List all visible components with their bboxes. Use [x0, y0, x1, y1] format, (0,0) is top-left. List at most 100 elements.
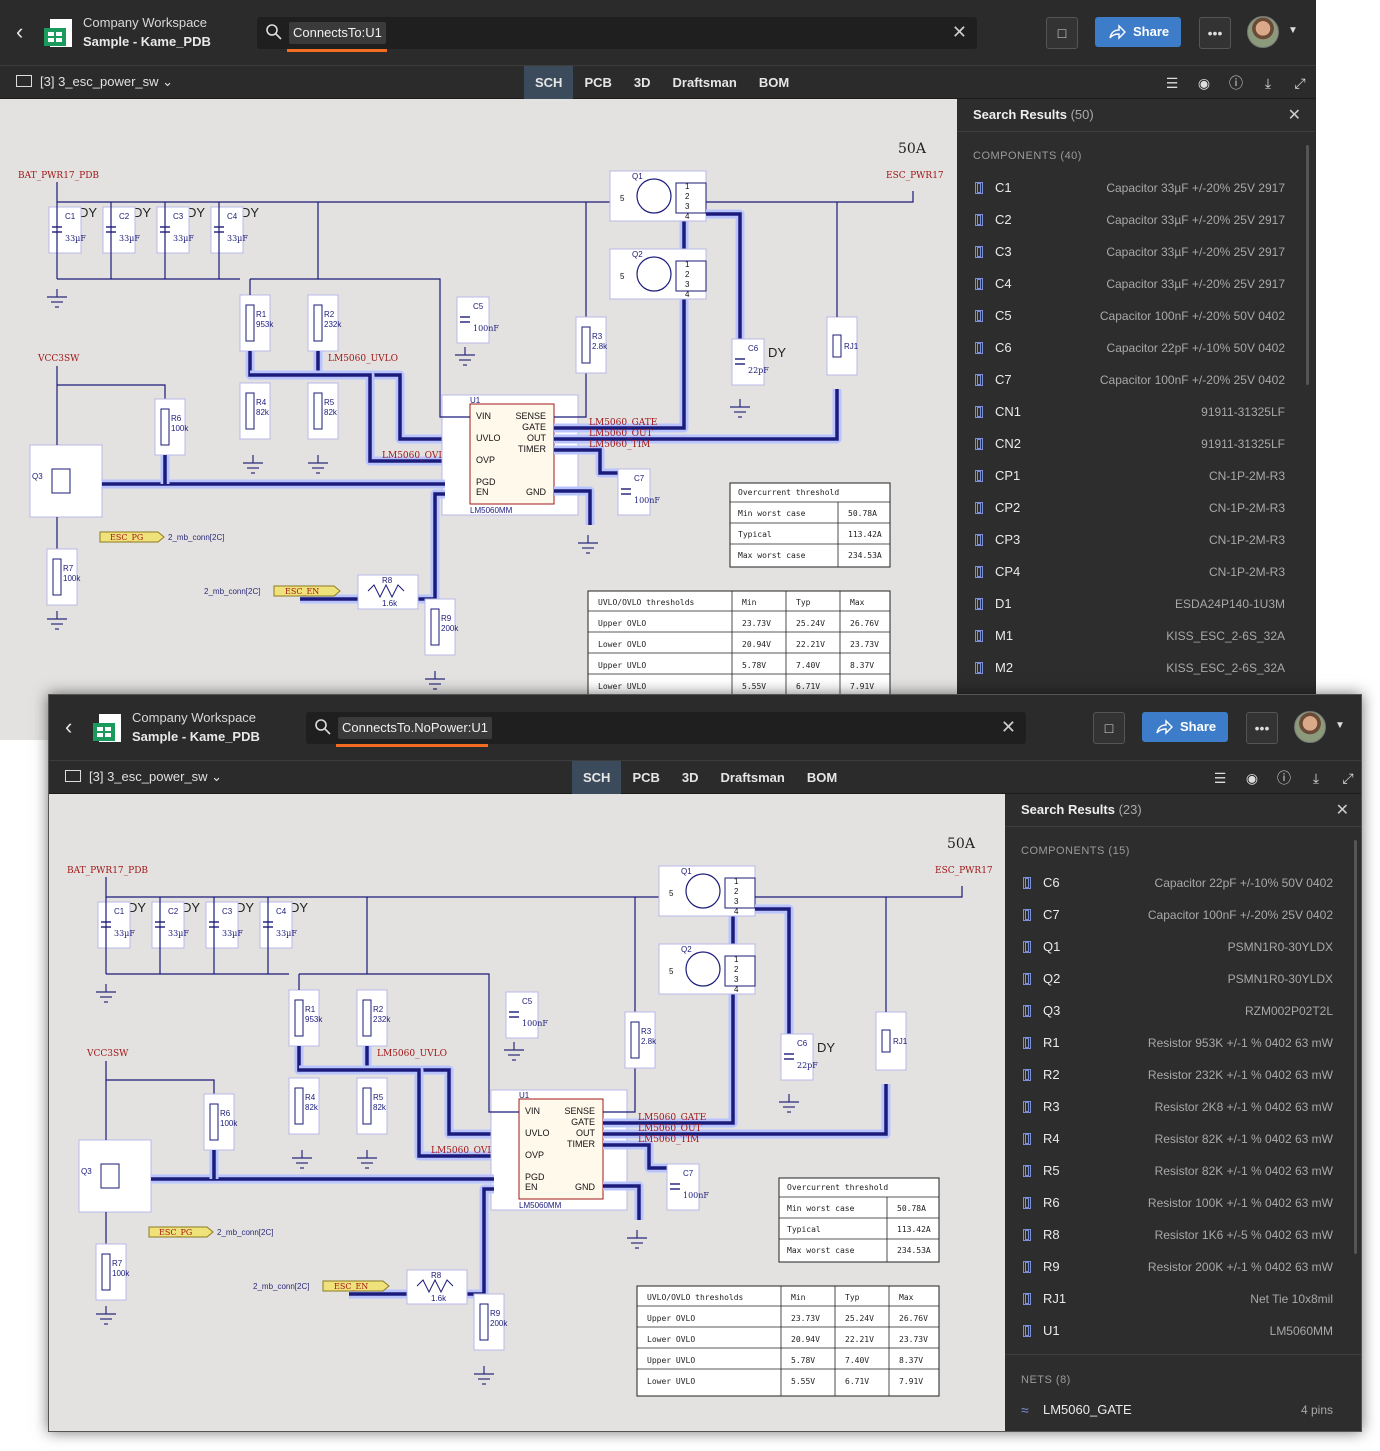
- component-name: C4: [995, 276, 1012, 291]
- sheet-selector[interactable]: [3] 3_esc_power_sw ⌄: [16, 74, 173, 90]
- fullscreen-icon[interactable]: ⤢: [1291, 74, 1309, 92]
- schematic-drawing[interactable]: 50ABAT_PWR17_PDB ESC_PWR17VCC3SWDYC133µFD…: [0, 99, 957, 740]
- inspect-icon[interactable]: ◉: [1243, 769, 1261, 787]
- tab-draftsman[interactable]: Draftsman: [710, 761, 796, 794]
- close-icon[interactable]: ✕: [1001, 717, 1016, 738]
- avatar[interactable]: [1247, 16, 1279, 48]
- search-bar[interactable]: ConnectsTo.NoPower:U1 ✕: [306, 712, 1026, 747]
- component-row[interactable]: C2 Capacitor 33µF +/-20% 25V 2917: [973, 204, 1285, 236]
- download-icon[interactable]: ⤓: [1307, 769, 1325, 787]
- component-icon: [1023, 1325, 1031, 1337]
- inspect-icon[interactable]: ◉: [1195, 74, 1213, 92]
- component-row[interactable]: R1 Resistor 953K +/-1 % 0402 63 mW: [1021, 1027, 1333, 1059]
- fullscreen-icon[interactable]: ⤢: [1339, 769, 1357, 787]
- toolbar: [3] 3_esc_power_sw ⌄ SCH PCB 3D Draftsma…: [49, 761, 1361, 794]
- scrollbar[interactable]: [1306, 145, 1309, 385]
- info-icon[interactable]: ⓘ: [1275, 769, 1293, 787]
- component-row[interactable]: CP2 CN-1P-2M-R3: [973, 492, 1285, 524]
- tab-pcb[interactable]: PCB: [621, 761, 670, 794]
- component-row[interactable]: M2 KISS_ESC_2-6S_32A: [973, 652, 1285, 684]
- component-row[interactable]: R9 Resistor 200K +/-1 % 0402 63 mW: [1021, 1251, 1333, 1283]
- info-icon[interactable]: ⓘ: [1227, 74, 1245, 92]
- component-description: Resistor 232K +/-1 % 0402 63 mW: [1147, 1068, 1333, 1082]
- component-row[interactable]: R3 Resistor 2K8 +/-1 % 0402 63 mW: [1021, 1091, 1333, 1123]
- share-button[interactable]: Share: [1142, 712, 1228, 742]
- component-row[interactable]: R6 Resistor 100K +/-1 % 0402 63 mW: [1021, 1187, 1333, 1219]
- more-icon[interactable]: •••: [1199, 17, 1231, 49]
- uv-cell: 23.73V: [791, 1314, 820, 1323]
- component-row[interactable]: Q2 PSMN1R0-30YLDX: [1021, 963, 1333, 995]
- component-row[interactable]: C4 Capacitor 33µF +/-20% 25V 2917: [973, 268, 1285, 300]
- component-row[interactable]: C6 Capacitor 22pF +/-10% 50V 0402: [973, 332, 1285, 364]
- oc-row-label: Min worst case: [787, 1204, 855, 1213]
- comments-icon[interactable]: ☰: [1163, 74, 1181, 92]
- back-icon[interactable]: ‹: [16, 20, 32, 44]
- component-name: U1: [1043, 1323, 1060, 1338]
- r3-ref: R3: [641, 1027, 652, 1036]
- comments-icon[interactable]: ☰: [1211, 769, 1229, 787]
- component-row[interactable]: CP3 CN-1P-2M-R3: [973, 524, 1285, 556]
- sheet-selector[interactable]: [3] 3_esc_power_sw ⌄: [65, 769, 222, 785]
- tab-sch[interactable]: SCH: [572, 761, 622, 794]
- share-button[interactable]: Share: [1095, 17, 1181, 47]
- schematic-drawing[interactable]: 50ABAT_PWR17_PDB ESC_PWR17VCC3SWDYC133µFD…: [49, 794, 1005, 1432]
- component-row[interactable]: CN2 91911-31325LF: [973, 428, 1285, 460]
- close-icon[interactable]: ✕: [1336, 800, 1349, 820]
- tab-3d[interactable]: 3D: [671, 761, 710, 794]
- search-bar[interactable]: ConnectsTo:U1 ✕: [257, 17, 977, 52]
- component-row[interactable]: R8 Resistor 1K6 +/-5 % 0402 63 mW: [1021, 1219, 1333, 1251]
- net-label-esc-en: ESC_EN: [334, 1282, 368, 1291]
- net-row[interactable]: ≈ LM5060_GATE 4 pins: [1021, 1394, 1333, 1426]
- component-row[interactable]: C6 Capacitor 22pF +/-10% 50V 0402: [1021, 867, 1333, 899]
- tab-bom[interactable]: BOM: [748, 66, 800, 99]
- tab-3d[interactable]: 3D: [623, 66, 662, 99]
- r5-value: 82k: [324, 408, 338, 417]
- component-icon: [1023, 1101, 1031, 1113]
- r2-value: 232k: [324, 320, 342, 329]
- tab-sch[interactable]: SCH: [524, 66, 574, 99]
- back-icon[interactable]: ‹: [65, 715, 81, 739]
- component-row[interactable]: Q3 RZM002P02T2L: [1021, 995, 1333, 1027]
- u1-pin-sense: SENSE: [515, 411, 546, 421]
- component-row[interactable]: Q1 PSMN1R0-30YLDX: [1021, 931, 1333, 963]
- uv-cell: 22.21V: [845, 1335, 874, 1344]
- chevron-down-icon[interactable]: ▼: [1288, 25, 1298, 36]
- component-name: CP2: [995, 500, 1021, 515]
- avatar[interactable]: [1294, 711, 1326, 743]
- u1-pin-uvlo: UVLO: [525, 1128, 550, 1138]
- component-row[interactable]: C3 Capacitor 33µF +/-20% 25V 2917: [973, 236, 1285, 268]
- tab-draftsman[interactable]: Draftsman: [662, 66, 748, 99]
- cap-c4-value: 33µF: [227, 234, 248, 243]
- close-icon[interactable]: ✕: [952, 22, 967, 43]
- component-row[interactable]: C1 Capacitor 33µF +/-20% 25V 2917: [973, 172, 1285, 204]
- schematic-canvas[interactable]: 50A BAT_PWR17_PDB ESC_PWR17 VCC3SW DY C1 33µF D…: [0, 99, 957, 740]
- component-row[interactable]: C7 Capacitor 100nF +/-20% 25V 0402: [1021, 899, 1333, 931]
- component-row[interactable]: CP1 CN-1P-2M-R3: [973, 460, 1285, 492]
- component-row[interactable]: R2 Resistor 232K +/-1 % 0402 63 mW: [1021, 1059, 1333, 1091]
- comment-add-icon[interactable]: □: [1093, 712, 1125, 744]
- more-icon[interactable]: •••: [1246, 712, 1278, 744]
- component-row[interactable]: CP4 CN-1P-2M-R3: [973, 556, 1285, 588]
- component-row[interactable]: C5 Capacitor 100nF +/-20% 50V 0402: [973, 300, 1285, 332]
- schematic-canvas[interactable]: 50A BAT_PWR17_PDB ESC_PWR17 VCC3SW DY C1 33µF D…: [49, 794, 1005, 1432]
- chevron-down-icon[interactable]: ▼: [1335, 720, 1345, 731]
- component-row[interactable]: M1 KISS_ESC_2-6S_32A: [973, 620, 1285, 652]
- close-icon[interactable]: ✕: [1288, 105, 1301, 125]
- view-icons: ☰ ◉ ⓘ ⤓ ⤢: [1163, 74, 1309, 92]
- component-row[interactable]: R4 Resistor 82K +/-1 % 0402 63 mW: [1021, 1123, 1333, 1155]
- search-query[interactable]: ConnectsTo.NoPower:U1: [338, 717, 492, 739]
- component-row[interactable]: D1 ESDA24P140-1U3M: [973, 588, 1285, 620]
- u1-pin-gnd: GND: [526, 487, 547, 497]
- component-row[interactable]: R5 Resistor 82K +/-1 % 0402 63 mW: [1021, 1155, 1333, 1187]
- search-query[interactable]: ConnectsTo:U1: [289, 22, 386, 44]
- tab-bom[interactable]: BOM: [796, 761, 848, 794]
- download-icon[interactable]: ⤓: [1259, 74, 1277, 92]
- scrollbar[interactable]: [1354, 840, 1357, 1254]
- comment-add-icon[interactable]: □: [1046, 17, 1078, 49]
- component-row[interactable]: U1 LM5060MM: [1021, 1315, 1333, 1347]
- component-row[interactable]: RJ1 Net Tie 10x8mil: [1021, 1283, 1333, 1315]
- wire-q-out-highlight: [755, 904, 794, 1034]
- component-row[interactable]: CN1 91911-31325LF: [973, 396, 1285, 428]
- tab-pcb[interactable]: PCB: [573, 66, 622, 99]
- component-row[interactable]: C7 Capacitor 100nF +/-20% 25V 0402: [973, 364, 1285, 396]
